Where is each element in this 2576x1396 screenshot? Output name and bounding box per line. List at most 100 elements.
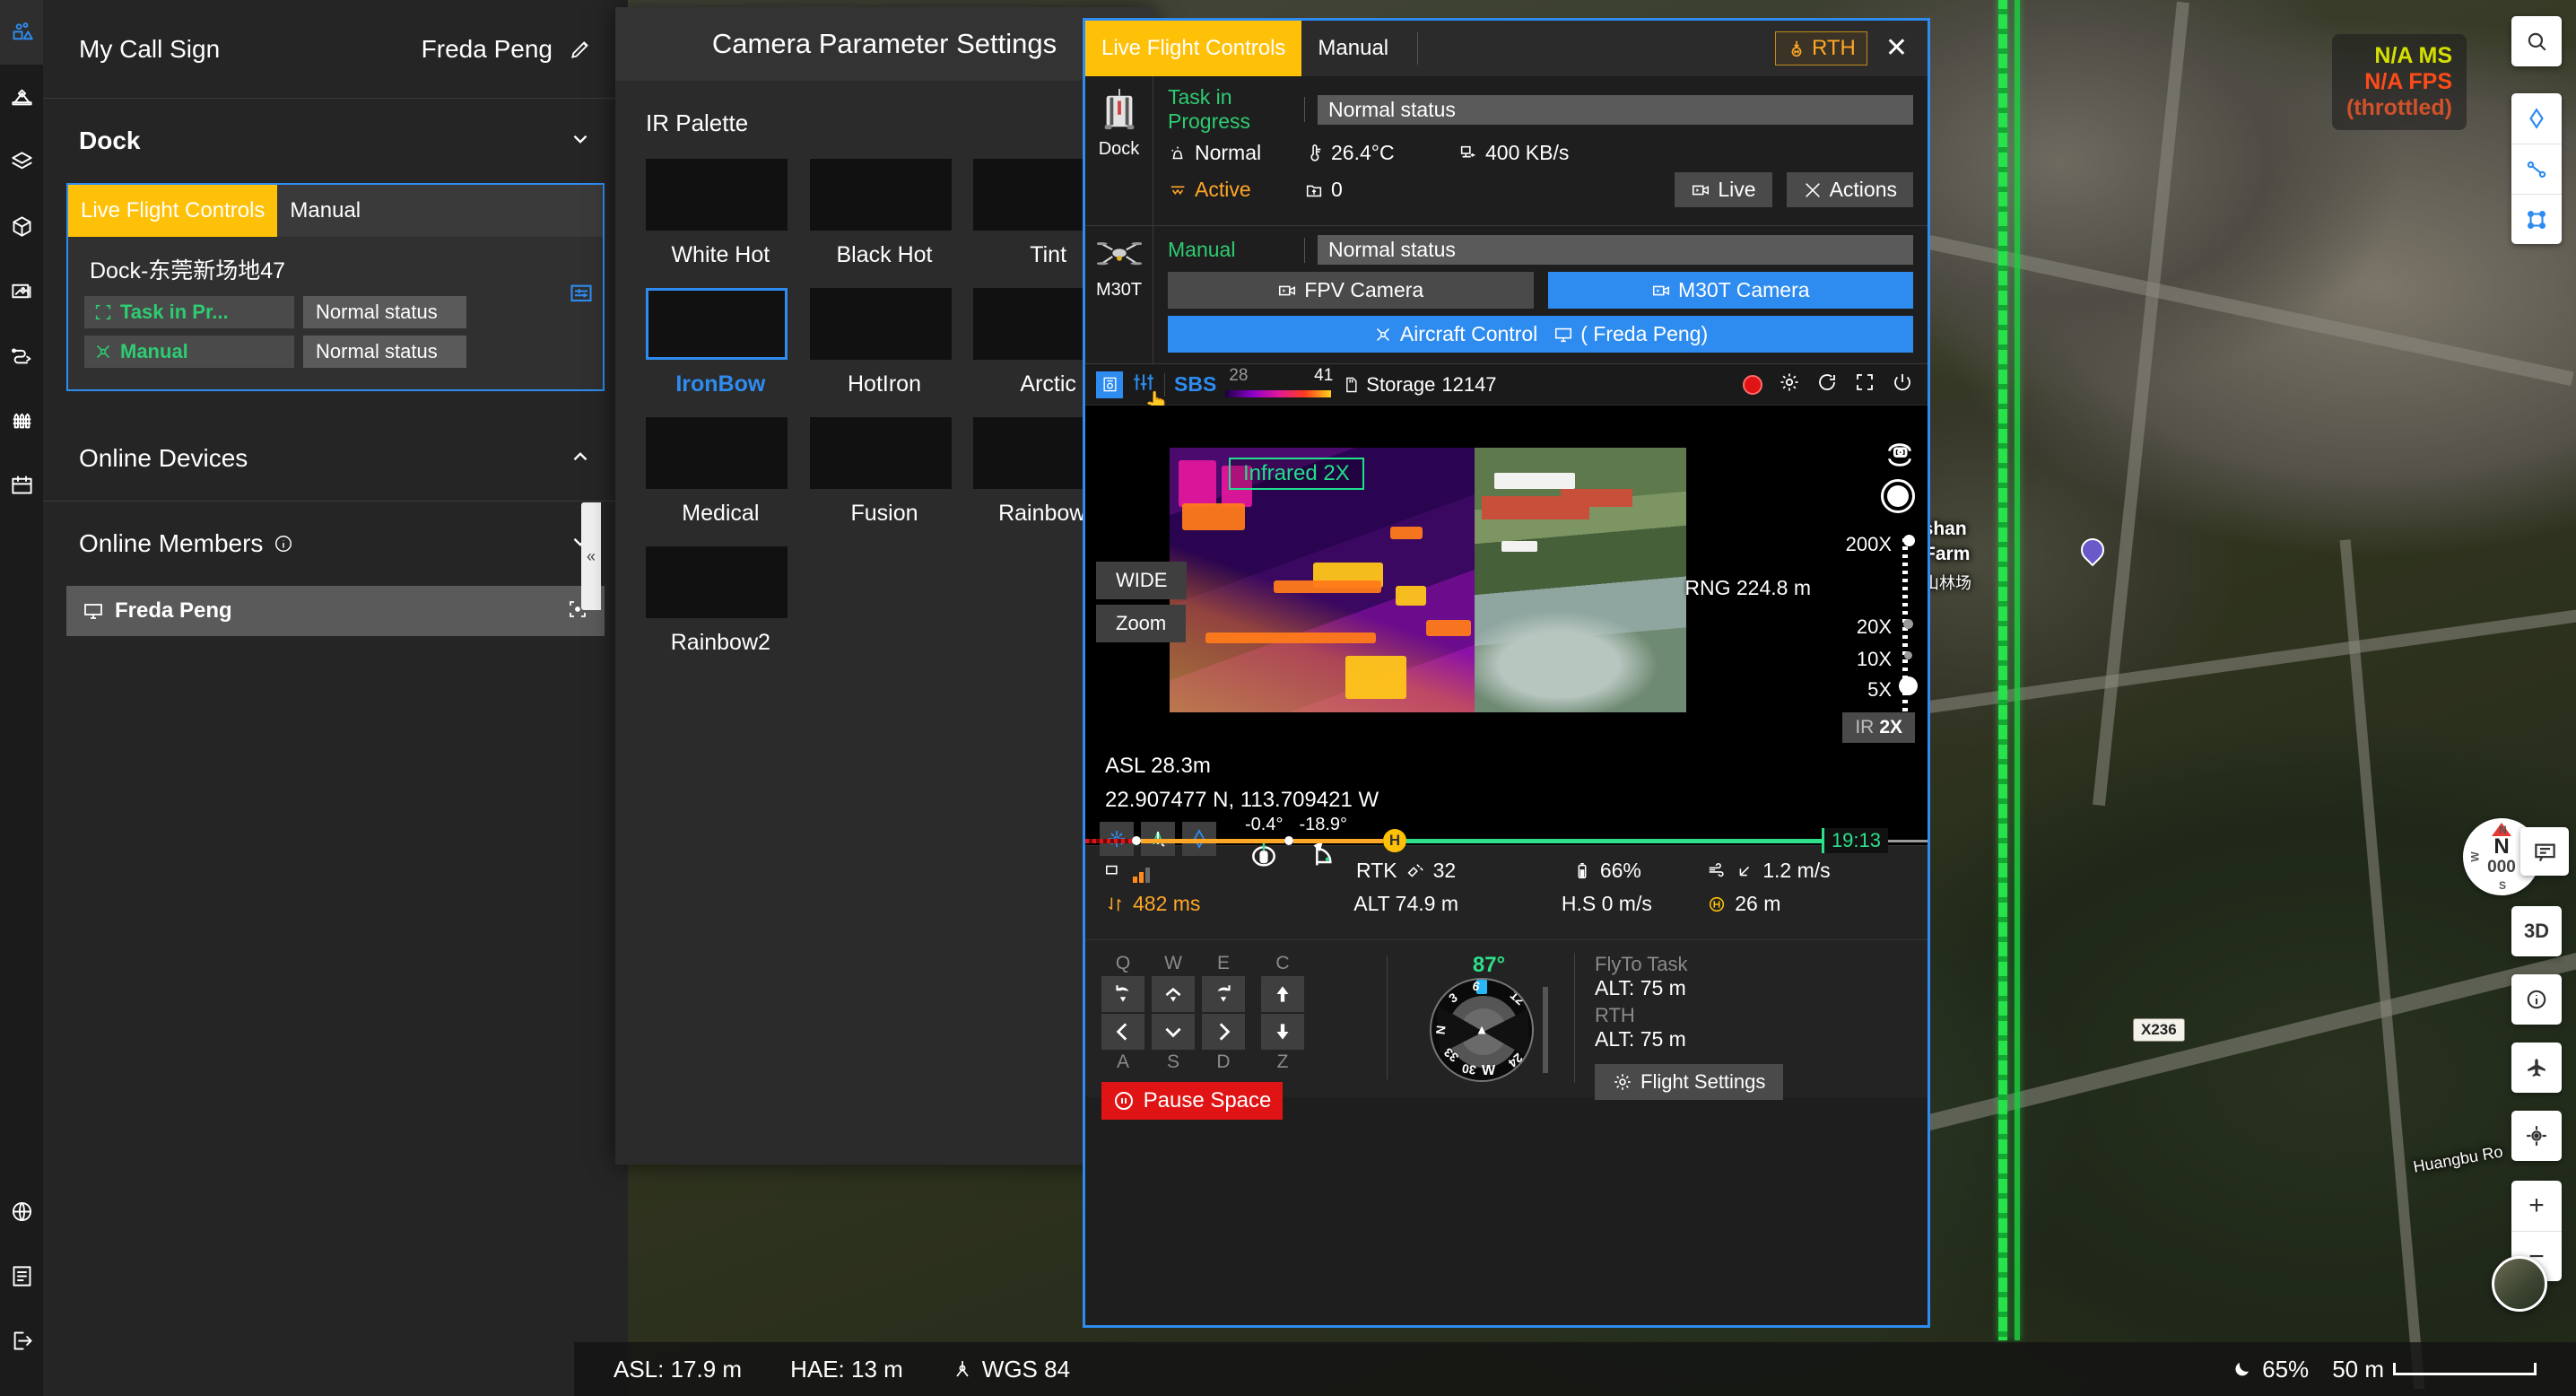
key-backward[interactable] bbox=[1152, 1014, 1195, 1050]
sbs-mode-label[interactable]: SBS bbox=[1174, 372, 1216, 397]
search-icon[interactable] bbox=[2511, 16, 2562, 66]
key-label-z: Z bbox=[1261, 1051, 1304, 1073]
sd-card-icon bbox=[1342, 376, 1360, 394]
rth-button[interactable]: RTH bbox=[1775, 31, 1867, 65]
locate-icon[interactable] bbox=[2511, 1111, 2562, 1161]
rail-item-geofence[interactable] bbox=[0, 388, 43, 452]
key-yaw-right[interactable] bbox=[1202, 976, 1245, 1012]
view-3d-button[interactable]: 3D bbox=[2511, 906, 2562, 956]
zoom-in-button[interactable]: + bbox=[2511, 1181, 2562, 1231]
alarm-icon bbox=[1168, 144, 1188, 163]
zoom-step-5x[interactable]: 5X bbox=[1867, 678, 1892, 702]
rail-item-routes[interactable] bbox=[0, 323, 43, 388]
line-icon[interactable] bbox=[2511, 144, 2562, 194]
flight-progress-bar[interactable]: H 19:13 bbox=[1085, 836, 1928, 845]
airplane-icon[interactable] bbox=[2511, 1043, 2562, 1093]
shutter-button[interactable] bbox=[1881, 479, 1915, 513]
section-dock-header[interactable]: Dock bbox=[43, 99, 628, 183]
polygon-icon[interactable] bbox=[2511, 93, 2562, 144]
rail-item-layers[interactable] bbox=[0, 129, 43, 194]
drone-thumbnail: M30T bbox=[1085, 226, 1153, 363]
map-marker[interactable] bbox=[2076, 534, 2110, 567]
brightness-group[interactable]: 65% bbox=[2232, 1356, 2309, 1383]
power-icon[interactable] bbox=[1892, 371, 1913, 397]
rail-item-models[interactable] bbox=[0, 194, 43, 258]
chat-icon[interactable] bbox=[2520, 827, 2569, 876]
palette-option-white-hot[interactable]: White Hot bbox=[646, 159, 796, 268]
zoom-step-200x[interactable]: 200X bbox=[1846, 533, 1892, 556]
flight-settings-button[interactable]: Flight Settings bbox=[1595, 1064, 1783, 1100]
key-forward[interactable] bbox=[1152, 976, 1195, 1012]
dock-thumbnail: Dock bbox=[1085, 76, 1153, 225]
info-icon[interactable] bbox=[2511, 974, 2562, 1025]
map-search-control[interactable] bbox=[2511, 16, 2562, 66]
map-locate-control[interactable] bbox=[2511, 1111, 2562, 1161]
info-icon[interactable] bbox=[274, 534, 293, 554]
wide-button[interactable]: WIDE bbox=[1096, 562, 1187, 599]
tab-manual[interactable]: Manual bbox=[1301, 21, 1405, 76]
key-left[interactable] bbox=[1101, 1014, 1144, 1050]
camera-settings-sliders-icon[interactable]: 👆 bbox=[1132, 371, 1155, 398]
settings-gear-icon[interactable] bbox=[1779, 371, 1800, 397]
online-member-row[interactable]: Freda Peng bbox=[66, 586, 605, 636]
key-ascend[interactable] bbox=[1261, 976, 1304, 1012]
rail-item-media[interactable] bbox=[0, 258, 43, 323]
map-view-3d-control[interactable]: 3D bbox=[2511, 906, 2562, 956]
refresh-icon[interactable] bbox=[1816, 371, 1838, 397]
zoom-dot-200x[interactable] bbox=[1903, 535, 1915, 546]
palette-option-hotiron[interactable]: HotIron bbox=[810, 288, 960, 397]
dock-network: 400 KB/s bbox=[1458, 141, 1569, 165]
basemap-toggle-thumbnail[interactable] bbox=[2492, 1256, 2547, 1312]
palette-option-fusion[interactable]: Fusion bbox=[810, 417, 960, 527]
zoom-dot-20x[interactable] bbox=[1903, 619, 1913, 629]
left-panel-collapse-button[interactable]: « bbox=[581, 502, 601, 610]
rail-item-terrain[interactable] bbox=[0, 65, 43, 129]
palette-option-black-hot[interactable]: Black Hot bbox=[810, 159, 960, 268]
pause-button[interactable]: Pause Space bbox=[1101, 1082, 1283, 1120]
map-airplane-control[interactable] bbox=[2511, 1043, 2562, 1093]
palette-option-medical[interactable]: Medical bbox=[646, 417, 796, 527]
edit-pencil-icon[interactable] bbox=[569, 38, 592, 61]
zoom-scale[interactable]: 200X 20X 10X 5X 2X bbox=[1816, 531, 1915, 737]
fullscreen-icon[interactable] bbox=[1854, 371, 1875, 397]
rect-icon[interactable] bbox=[2511, 194, 2562, 244]
rail-item-team[interactable] bbox=[0, 0, 43, 65]
flight-route-line[interactable] bbox=[1998, 0, 2007, 1340]
section-online-members-header[interactable]: Online Members bbox=[43, 502, 628, 586]
zoom-button[interactable]: Zoom bbox=[1096, 605, 1186, 642]
rail-item-reports[interactable] bbox=[0, 1243, 43, 1308]
aircraft-control-button[interactable]: Aircraft Control ( Freda Peng) bbox=[1168, 316, 1913, 353]
zoom-step-10x[interactable]: 10X bbox=[1857, 648, 1892, 671]
close-icon[interactable]: ✕ bbox=[1885, 35, 1908, 62]
rail-item-logout[interactable] bbox=[0, 1308, 43, 1373]
m30t-camera-button[interactable]: M30T Camera bbox=[1548, 272, 1914, 309]
ir-zoom-badge[interactable]: IR2X bbox=[1842, 712, 1915, 743]
rail-item-globe[interactable] bbox=[0, 1179, 43, 1243]
record-button[interactable] bbox=[1743, 375, 1762, 395]
palette-thumb bbox=[810, 417, 952, 489]
altitude-slider[interactable] bbox=[1543, 987, 1548, 1073]
palette-option-rainbow2[interactable]: Rainbow2 bbox=[646, 546, 796, 656]
tab-live-flight-controls[interactable]: Live Flight Controls bbox=[1085, 21, 1301, 76]
map-info-control[interactable] bbox=[2511, 974, 2562, 1025]
section-online-devices-header[interactable]: Online Devices bbox=[43, 416, 628, 501]
key-right[interactable] bbox=[1202, 1014, 1245, 1050]
dock-settings-icon[interactable] bbox=[569, 282, 594, 311]
rail-item-schedule[interactable] bbox=[0, 452, 43, 517]
live-button[interactable]: Live bbox=[1675, 172, 1771, 207]
key-descend[interactable] bbox=[1261, 1014, 1304, 1050]
dock-tab-live-flight-controls[interactable]: Live Flight Controls bbox=[68, 185, 277, 237]
switch-camera-icon[interactable] bbox=[1884, 440, 1915, 475]
zoom-step-20x[interactable]: 20X bbox=[1857, 615, 1892, 639]
video-stage[interactable]: Infrared 2X WIDE Zoom RNG 224.8 m 200X 2… bbox=[1085, 406, 1928, 748]
compass-dial[interactable]: 6 12 3 N 33 30 W 24 ▲ bbox=[1430, 978, 1534, 1082]
actions-button[interactable]: Actions bbox=[1787, 172, 1913, 207]
zoom-dot-5x-current[interactable] bbox=[1899, 676, 1918, 695]
palette-option-ironbow[interactable]: IronBow bbox=[646, 288, 796, 397]
fpv-camera-button[interactable]: FPV Camera bbox=[1168, 272, 1534, 309]
dock-tab-manual[interactable]: Manual bbox=[277, 185, 373, 237]
camera-mode-button[interactable] bbox=[1096, 371, 1123, 398]
visible-feed[interactable] bbox=[1475, 448, 1686, 712]
zoom-dot-10x[interactable] bbox=[1904, 651, 1912, 659]
key-yaw-left[interactable] bbox=[1101, 976, 1144, 1012]
